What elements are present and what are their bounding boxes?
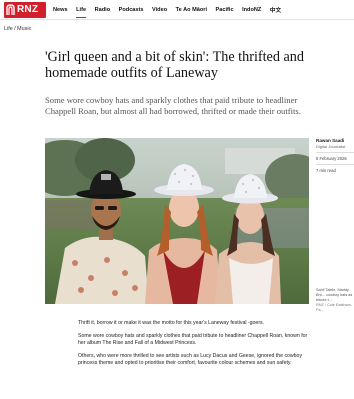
byline-divider [316,152,354,153]
nav-item-life[interactable]: Life [76,0,86,20]
rnz-logo-text: RNZ [17,4,39,15]
nav-item-video[interactable]: Video [152,0,167,20]
byline: Rawan Saadi Digital Journalist 5 Februar… [316,138,354,173]
body-paragraph: Others, who were more thrilled to see ar… [78,353,303,366]
article-standfirst: Some wore cowboy hats and sparkly clothe… [45,95,301,116]
nav-item-indonz[interactable]: IndoNZ [242,0,261,20]
byline-divider [316,164,354,165]
nav-item-te-ao-maori[interactable]: Te Ao Māori [176,0,207,20]
nav-items: News Life Radio Podcasts Video Te Ao Māo… [53,0,290,20]
rnz-logo[interactable]: RNZ [4,1,46,18]
author-role: Digital Journalist [316,144,346,149]
author-name[interactable]: Rawan Saadi [316,138,354,143]
photo-caption: Sahil Talele, Maddy Bro... cowboy hats a… [316,288,354,313]
article-photo[interactable] [45,138,309,304]
photo-caption-text: Sahil Talele, Maddy Bro... cowboy hats a… [316,288,353,302]
nav-item-chinese[interactable]: 中文 [270,0,281,20]
nav-item-podcasts[interactable]: Podcasts [119,0,144,20]
photo-credit: RNZ / Cole Eastham-Fa... [316,303,353,312]
nav-item-pacific[interactable]: Pacific [216,0,234,20]
rnz-logo-mark-icon [6,3,15,16]
article-body: Thrift it, borrow it or make it was the … [78,320,314,373]
body-paragraph: Thrift it, borrow it or make it was the … [78,320,265,326]
photo-people-cowboy-hats-icon [45,138,309,304]
read-time: 7 min read [316,168,336,173]
publish-date: 5 February 2026 [316,156,347,161]
top-nav: RNZ News Life Radio Podcasts Video Te Ao… [0,0,354,20]
breadcrumb[interactable]: Life / Music [4,26,31,32]
nav-item-news[interactable]: News [53,0,68,20]
body-paragraph: Some wore cowboy hats and sparkly clothe… [78,333,308,346]
nav-item-radio[interactable]: Radio [95,0,111,20]
article-headline: 'Girl queen and a bit of skin': The thri… [45,49,304,81]
